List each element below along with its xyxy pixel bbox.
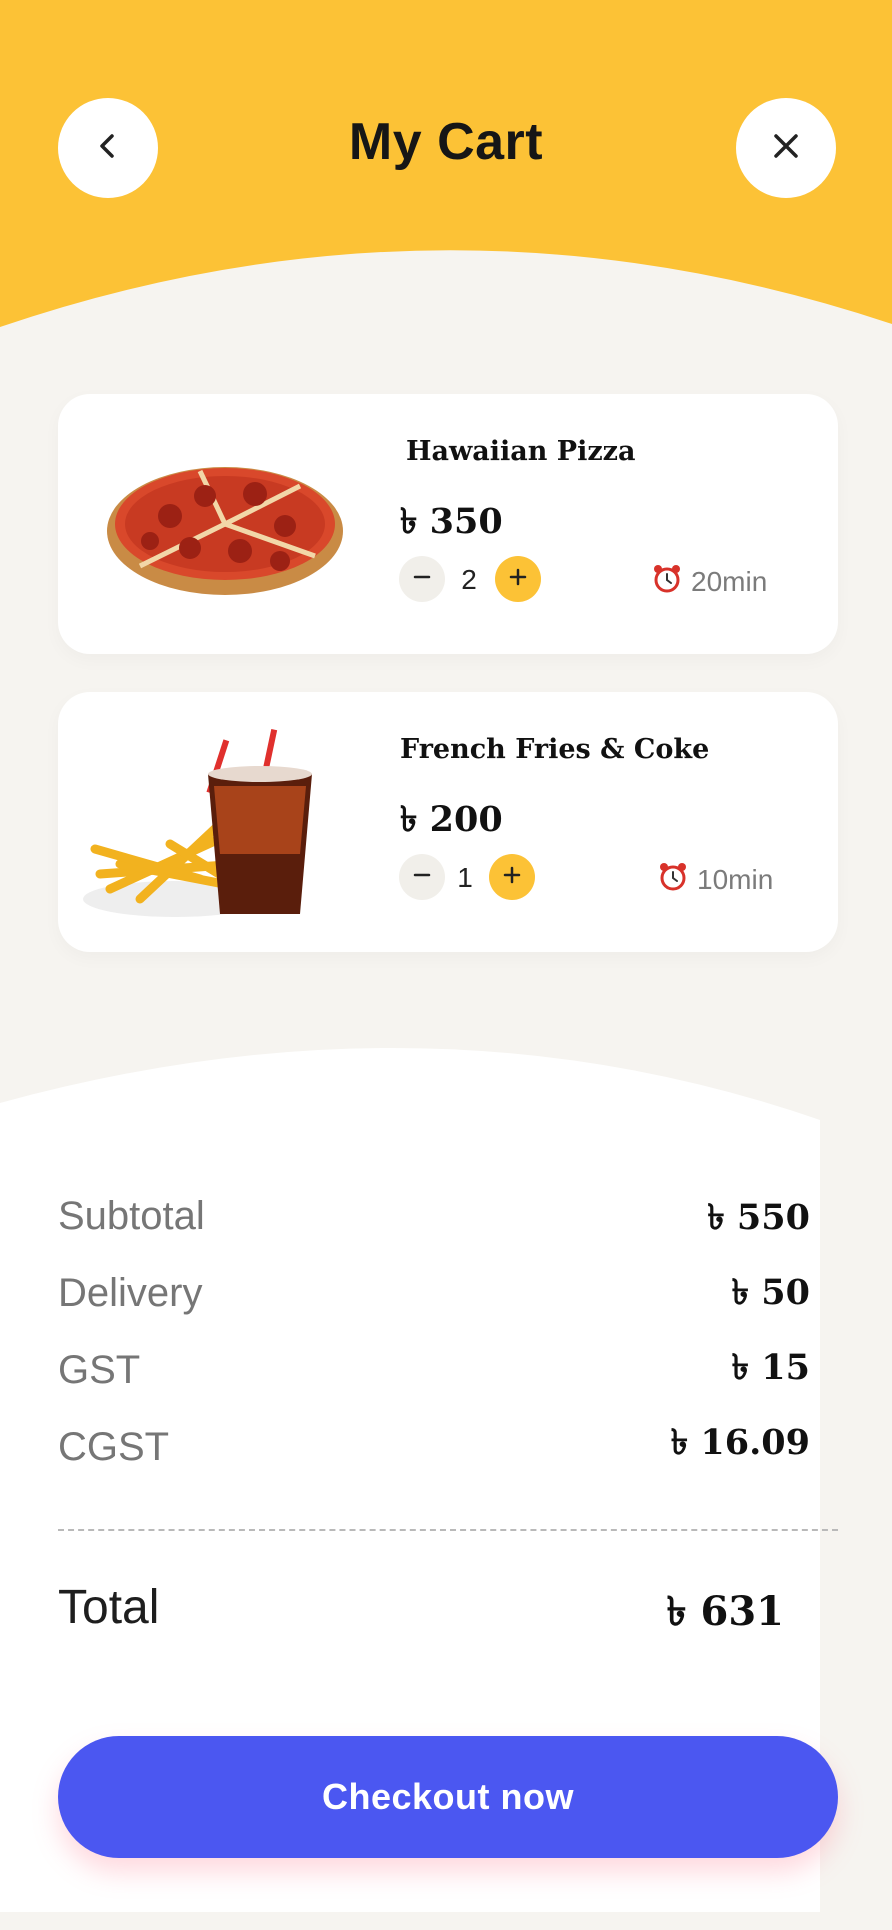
- delivery-time-text: 10min: [697, 863, 774, 895]
- alarm-clock-icon: [657, 860, 689, 899]
- header: My Cart: [0, 0, 892, 330]
- minus-icon: [412, 567, 432, 592]
- increase-quantity-button[interactable]: [495, 556, 541, 602]
- total-label: Total: [58, 1581, 160, 1634]
- checkout-button[interactable]: Checkout now: [58, 1736, 838, 1858]
- cgst-label: CGST: [58, 1425, 170, 1469]
- plus-icon: [508, 567, 528, 592]
- minus-icon: [412, 865, 432, 890]
- gst-value: ৳ 15: [731, 1347, 810, 1388]
- close-icon: [771, 131, 801, 166]
- delivery-value: ৳ 50: [731, 1272, 810, 1313]
- item-price: ৳ 350: [400, 501, 503, 542]
- summary-divider: [58, 1529, 838, 1531]
- increase-quantity-button[interactable]: [489, 854, 535, 900]
- alarm-clock-icon: [651, 562, 683, 601]
- delivery-time: 20min: [651, 562, 767, 601]
- item-price: ৳ 200: [400, 799, 503, 840]
- delivery-time-text: 20min: [691, 565, 768, 597]
- decrease-quantity-button[interactable]: [399, 556, 445, 602]
- gst-label: GST: [58, 1348, 141, 1392]
- delivery-label: Delivery: [58, 1271, 203, 1315]
- item-name: French Fries & Coke: [400, 734, 710, 765]
- pepperoni-pizza-image: [80, 416, 370, 632]
- decrease-quantity-button[interactable]: [399, 854, 445, 900]
- cart-item-card: French Fries & Coke ৳ 200 1 10min: [58, 692, 838, 952]
- fries-and-coke-image: [80, 714, 370, 930]
- subtotal-value: ৳ 550: [707, 1197, 810, 1238]
- plus-icon: [502, 865, 522, 890]
- quantity-value: 1: [457, 862, 473, 893]
- total-value: ৳ 631: [666, 1588, 784, 1635]
- cart-item-card: Hawaiian Pizza ৳ 350 2 20min: [58, 394, 838, 654]
- cgst-value: ৳ 16.09: [670, 1422, 810, 1463]
- delivery-time: 10min: [657, 860, 773, 899]
- close-button[interactable]: [736, 98, 836, 198]
- subtotal-label: Subtotal: [58, 1194, 205, 1238]
- quantity-value: 2: [461, 564, 477, 595]
- item-name: Hawaiian Pizza: [406, 436, 636, 467]
